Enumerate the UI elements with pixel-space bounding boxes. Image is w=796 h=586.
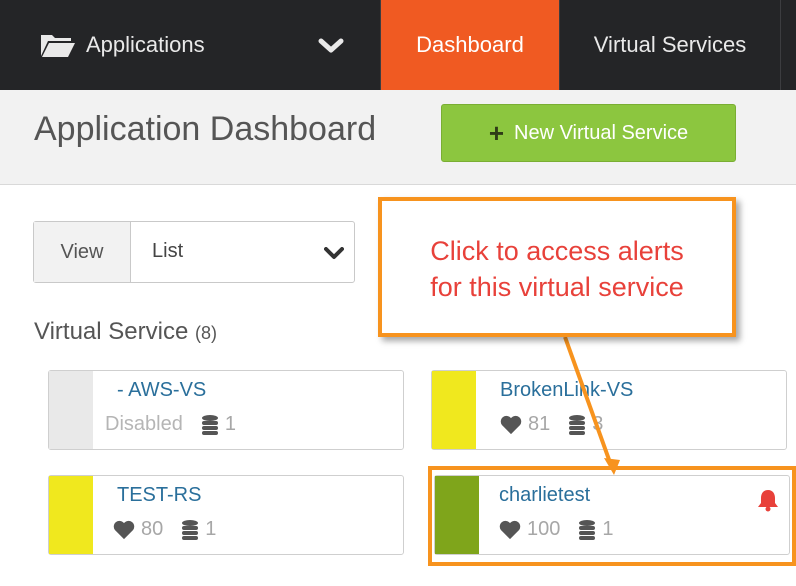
callout-box: Click to access alerts for this virtual … xyxy=(378,197,736,337)
highlight-box xyxy=(428,466,796,566)
callout-line-1: Click to access alerts xyxy=(430,236,684,266)
callout-line-2: for this virtual service xyxy=(430,272,684,302)
